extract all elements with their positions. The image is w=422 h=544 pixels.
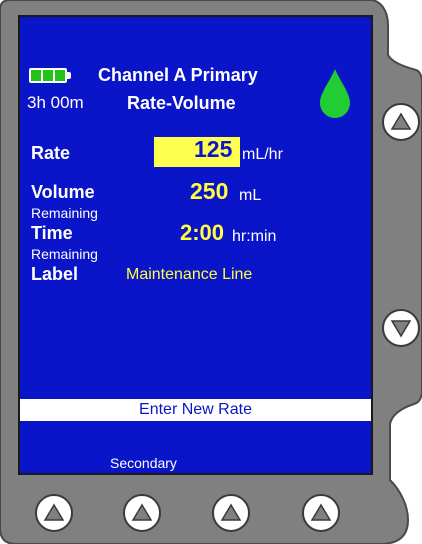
prompt-text: Enter New Rate — [139, 401, 252, 418]
mode-label: Rate-Volume — [127, 93, 236, 113]
time-label: Time — [31, 223, 73, 243]
channel-title: Channel A Primary — [98, 65, 258, 85]
display-screen: Channel A Primary 3h 00m Rate-Volume Rat… — [18, 15, 373, 475]
volume-unit: mL — [239, 187, 262, 204]
softkey-4-button[interactable] — [302, 494, 340, 532]
rate-unit: mL/hr — [242, 146, 283, 163]
volume-value: 250 — [190, 178, 229, 204]
rate-label: Rate — [31, 143, 71, 163]
label-label: Label — [31, 264, 79, 284]
time-unit: hr:min — [232, 228, 277, 245]
scroll-up-button[interactable] — [382, 103, 420, 141]
fluid-drop-icon — [320, 69, 350, 118]
softkey-label-secondary: Secondary — [110, 455, 177, 471]
rate-value[interactable]: 125 — [194, 136, 232, 163]
arrow-down-icon — [390, 320, 412, 338]
battery-time: 3h 00m — [27, 93, 84, 112]
arrow-up-icon — [220, 503, 242, 521]
label-value: Maintenance Line — [126, 266, 253, 283]
softkey-2-button[interactable] — [123, 494, 161, 532]
battery-tip — [67, 72, 71, 79]
time-sublabel: Remaining — [31, 246, 98, 262]
arrow-up-icon — [310, 503, 332, 521]
softkey-3-button[interactable] — [212, 494, 250, 532]
arrow-up-icon — [131, 503, 153, 521]
scroll-down-button[interactable] — [382, 309, 420, 347]
softkey-1-button[interactable] — [35, 494, 73, 532]
volume-label: Volume — [31, 182, 95, 202]
arrow-up-icon — [390, 112, 412, 130]
time-value: 2:00 — [180, 220, 225, 245]
volume-sublabel: Remaining — [31, 205, 98, 221]
arrow-up-icon — [43, 503, 65, 521]
battery-icon — [29, 68, 67, 83]
